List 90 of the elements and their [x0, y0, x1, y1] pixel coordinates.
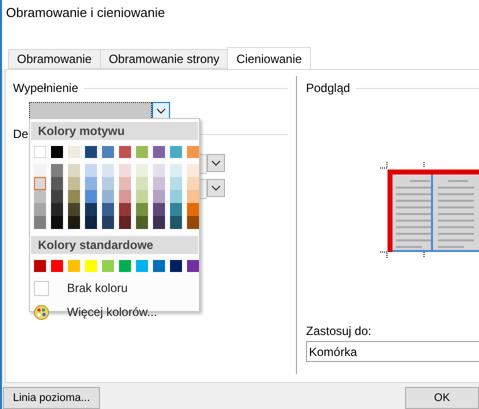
color-swatch[interactable]: [68, 260, 80, 272]
color-swatch[interactable]: [153, 203, 165, 216]
color-swatch[interactable]: [85, 260, 97, 272]
color-swatch[interactable]: [34, 260, 46, 272]
color-swatch[interactable]: [187, 260, 199, 272]
color-swatch[interactable]: [68, 203, 80, 216]
color-swatch[interactable]: [102, 146, 114, 158]
color-swatch[interactable]: [153, 190, 165, 204]
color-swatch[interactable]: [34, 164, 46, 178]
color-swatch[interactable]: [102, 190, 114, 204]
color-swatch[interactable]: [68, 190, 80, 204]
menu-item[interactable]: Brak koloru: [30, 276, 199, 300]
color-swatch[interactable]: [170, 260, 182, 272]
color-swatch[interactable]: [68, 146, 80, 158]
color-swatch[interactable]: [153, 177, 165, 190]
dialog-button[interactable]: Linia pozioma...: [3, 387, 100, 409]
section-heading: Kolory motywu: [31, 122, 198, 140]
color-swatch[interactable]: [85, 190, 97, 204]
tab[interactable]: Cieniowanie: [227, 47, 311, 70]
section-heading: Kolory standardowe: [31, 236, 198, 254]
dropdown-button[interactable]: [207, 179, 225, 198]
chevron-down-icon: [211, 160, 221, 166]
color-swatch[interactable]: [136, 177, 148, 190]
color-swatch[interactable]: [153, 146, 165, 158]
color-swatch[interactable]: [119, 177, 131, 190]
section-label: De: [13, 127, 28, 142]
color-swatch[interactable]: [136, 146, 148, 158]
color-swatch[interactable]: [136, 216, 148, 230]
apply-to-field[interactable]: Komórka: [306, 341, 479, 362]
color-swatch[interactable]: [170, 216, 182, 230]
color-swatch[interactable]: [136, 203, 148, 216]
color-swatch[interactable]: [119, 260, 131, 272]
dialog-button[interactable]: OK: [405, 387, 479, 409]
color-swatch[interactable]: [85, 203, 97, 216]
empty-swatch-icon: [34, 280, 49, 296]
color-swatch[interactable]: [102, 164, 114, 178]
color-swatch[interactable]: [187, 190, 199, 204]
chevron-down-icon: [156, 108, 166, 114]
color-swatch[interactable]: [85, 164, 97, 178]
window-title: Obramowanie i cieniowanie: [6, 5, 165, 20]
color-swatch[interactable]: [68, 177, 80, 190]
tab[interactable]: Obramowanie: [8, 49, 101, 70]
color-swatch[interactable]: [119, 203, 131, 216]
color-swatch[interactable]: [136, 190, 148, 204]
color-swatch[interactable]: [187, 203, 199, 216]
color-swatch[interactable]: [34, 190, 46, 204]
tab[interactable]: Obramowanie strony: [100, 49, 228, 70]
color-swatch[interactable]: [102, 203, 114, 216]
color-swatch[interactable]: [51, 146, 63, 158]
dropdown-button[interactable]: [207, 154, 225, 172]
color-swatch[interactable]: [68, 164, 80, 178]
color-swatch[interactable]: [34, 177, 46, 190]
color-swatch[interactable]: [85, 146, 97, 158]
color-swatch[interactable]: [51, 164, 63, 178]
section-label: Podgląd: [306, 81, 350, 96]
color-swatch[interactable]: [119, 164, 131, 178]
color-swatch[interactable]: [170, 177, 182, 190]
color-swatch[interactable]: [170, 203, 182, 216]
color-swatch[interactable]: [119, 216, 131, 230]
color-swatch[interactable]: [34, 203, 46, 216]
color-swatch[interactable]: [51, 260, 63, 272]
color-swatch[interactable]: [136, 260, 148, 272]
color-swatch[interactable]: [170, 146, 182, 158]
color-swatch[interactable]: [51, 203, 63, 216]
color-swatch[interactable]: [102, 177, 114, 190]
field-label: Zastosuj do:: [306, 324, 372, 338]
color-swatch[interactable]: [187, 216, 199, 230]
color-swatch[interactable]: [153, 164, 165, 178]
color-swatch[interactable]: [51, 216, 63, 230]
color-swatch[interactable]: [187, 146, 199, 158]
color-swatch[interactable]: [102, 260, 114, 272]
color-swatch[interactable]: [187, 177, 199, 190]
color-swatch[interactable]: [68, 216, 80, 230]
color-swatch[interactable]: [51, 177, 63, 190]
section-label: Wypełnienie: [13, 81, 78, 96]
color-swatch[interactable]: [119, 190, 131, 204]
color-swatch[interactable]: [153, 216, 165, 230]
color-swatch[interactable]: [187, 164, 199, 178]
menu-item[interactable]: Więcej kolorów...: [30, 300, 199, 324]
color-swatch[interactable]: [136, 164, 148, 178]
color-swatch[interactable]: [51, 190, 63, 204]
color-swatch[interactable]: [85, 216, 97, 230]
color-swatch[interactable]: [119, 146, 131, 158]
color-swatch[interactable]: [85, 177, 97, 190]
chevron-down-icon: [211, 185, 221, 192]
color-swatch[interactable]: [170, 190, 182, 204]
color-swatch[interactable]: [34, 216, 46, 230]
color-swatch[interactable]: [153, 260, 165, 272]
color-swatch[interactable]: [170, 164, 182, 178]
color-swatch[interactable]: [102, 216, 114, 230]
